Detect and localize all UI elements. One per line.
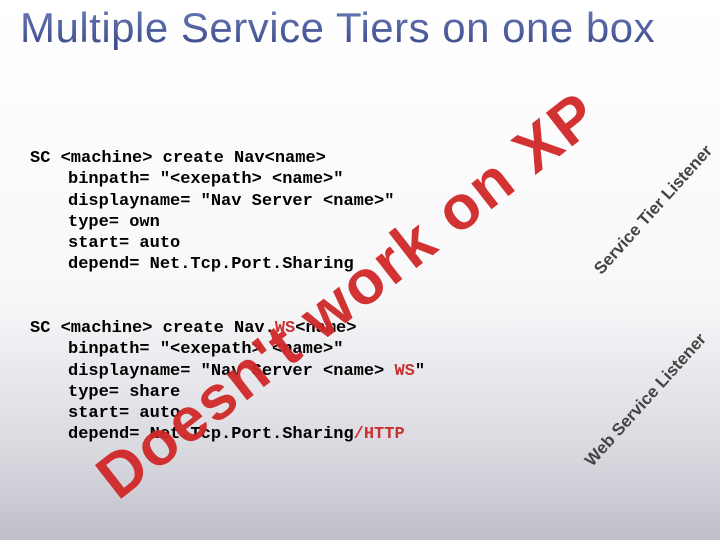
- code-line: displayname= "Nav Server <name> WS": [30, 361, 425, 382]
- code-text: SC <machine> create Nav.: [30, 319, 275, 338]
- code-line: SC <machine> create Nav<name>: [30, 149, 326, 168]
- code-text: displayname= "Nav Server <name>: [68, 362, 394, 381]
- code-line: displayname= "Nav Server <name>": [30, 191, 394, 212]
- code-line: type= own: [30, 212, 394, 233]
- code-line: SC <machine> create Nav.WS<name>: [30, 319, 356, 338]
- code-highlight: /HTTP: [354, 425, 405, 444]
- code-block-service-tier: SC <machine> create Nav<name> binpath= "…: [30, 148, 394, 276]
- code-line: binpath= "<exepath> <name>": [30, 169, 394, 190]
- code-text: ": [415, 362, 425, 381]
- code-line: depend= Net.Tcp.Port.Sharing: [30, 254, 394, 275]
- code-line: start= auto: [30, 233, 394, 254]
- annotation-service-tier-listener: Service Tier Listener: [590, 141, 717, 278]
- annotation-web-service-listener: Web Service Listener: [581, 330, 711, 471]
- code-highlight: WS: [394, 362, 414, 381]
- code-line: depend= Net.Tcp.Port.Sharing/HTTP: [30, 424, 425, 445]
- code-line: start= auto: [30, 403, 425, 424]
- code-line: type= share: [30, 382, 425, 403]
- code-line: binpath= "<exepath> <name>": [30, 339, 425, 360]
- code-text: depend= Net.Tcp.Port.Sharing: [68, 425, 354, 444]
- code-block-web-service: SC <machine> create Nav.WS<name> binpath…: [30, 318, 425, 446]
- code-text: <name>: [295, 319, 356, 338]
- overlay-stamp-xp: Doesn't work on XP: [83, 78, 612, 513]
- code-highlight: WS: [275, 319, 295, 338]
- slide-title: Multiple Service Tiers on one box: [20, 6, 700, 50]
